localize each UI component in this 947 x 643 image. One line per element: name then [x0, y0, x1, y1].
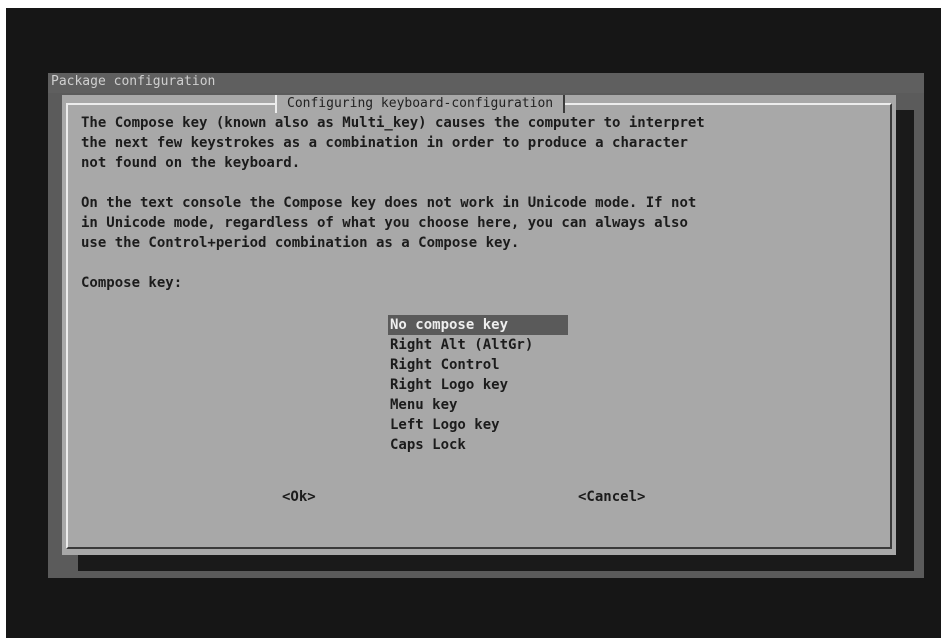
option-menu-key[interactable]: Menu key — [388, 395, 578, 415]
option-right-alt[interactable]: Right Alt (AltGr) — [388, 335, 578, 355]
description-paragraph-1: The Compose key (known also as Multi_key… — [81, 115, 705, 171]
option-left-logo-key[interactable]: Left Logo key — [388, 415, 578, 435]
description-paragraph-2: On the text console the Compose key does… — [81, 195, 697, 251]
compose-key-prompt: Compose key: — [81, 275, 183, 291]
option-no-compose-key[interactable]: No compose key — [388, 315, 568, 335]
option-right-control[interactable]: Right Control — [388, 355, 578, 375]
dialog-title: Configuring keyboard-configuration — [275, 95, 566, 113]
cancel-button[interactable]: <Cancel> — [578, 487, 645, 507]
configuration-dialog: Configuring keyboard-configuration The C… — [62, 95, 896, 555]
dialog-shadow — [78, 555, 914, 571]
ok-button[interactable]: <Ok> — [282, 487, 316, 507]
dialog-shadow — [896, 110, 914, 571]
backdrop-title: Package configuration — [48, 73, 924, 93]
option-caps-lock[interactable]: Caps Lock — [388, 435, 578, 455]
option-right-logo-key[interactable]: Right Logo key — [388, 375, 578, 395]
compose-key-options-list: No compose key Right Alt (AltGr) Right C… — [388, 315, 578, 455]
